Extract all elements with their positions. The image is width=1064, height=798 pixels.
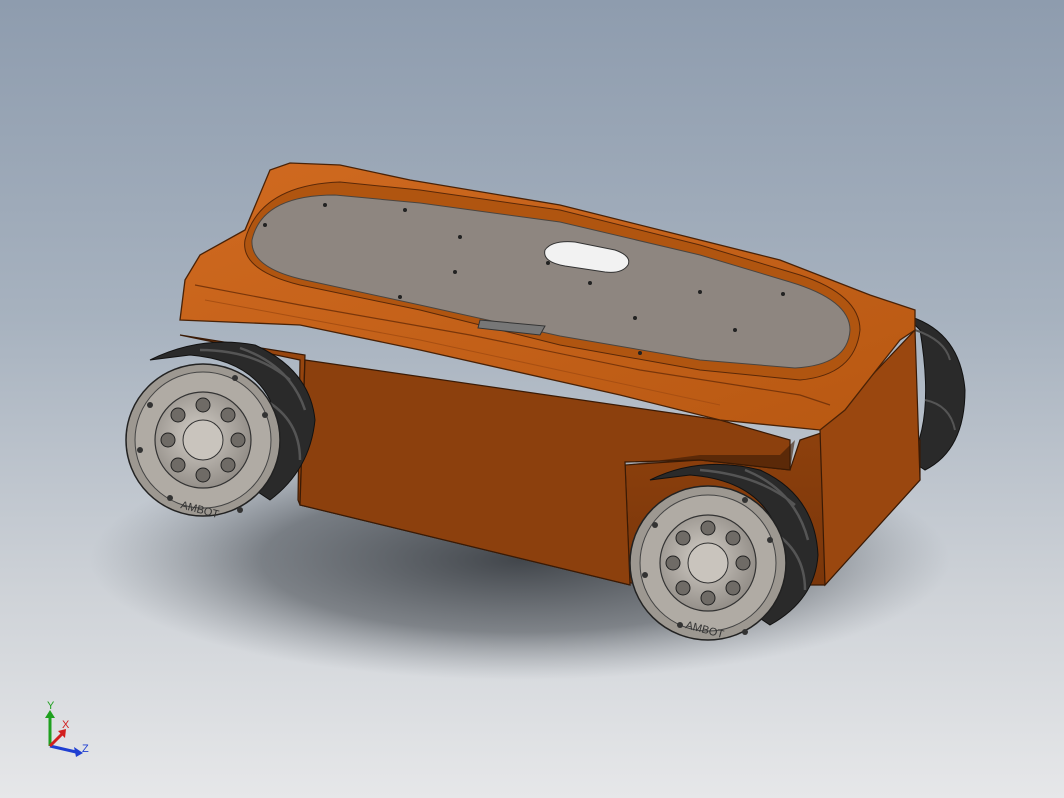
z-axis-arrow	[49, 744, 83, 757]
x-axis-arrow	[48, 729, 66, 748]
coordinate-triad[interactable]: Y X Z	[38, 700, 98, 760]
cad-graphics-viewport[interactable]: AMBOT AMBOT Y X Z	[0, 0, 1064, 798]
robot-chassis-model[interactable]: AMBOT AMBOT	[0, 0, 1064, 798]
z-axis-label: Z	[82, 743, 89, 755]
x-axis-label: X	[62, 719, 70, 731]
y-axis-label: Y	[47, 700, 55, 712]
